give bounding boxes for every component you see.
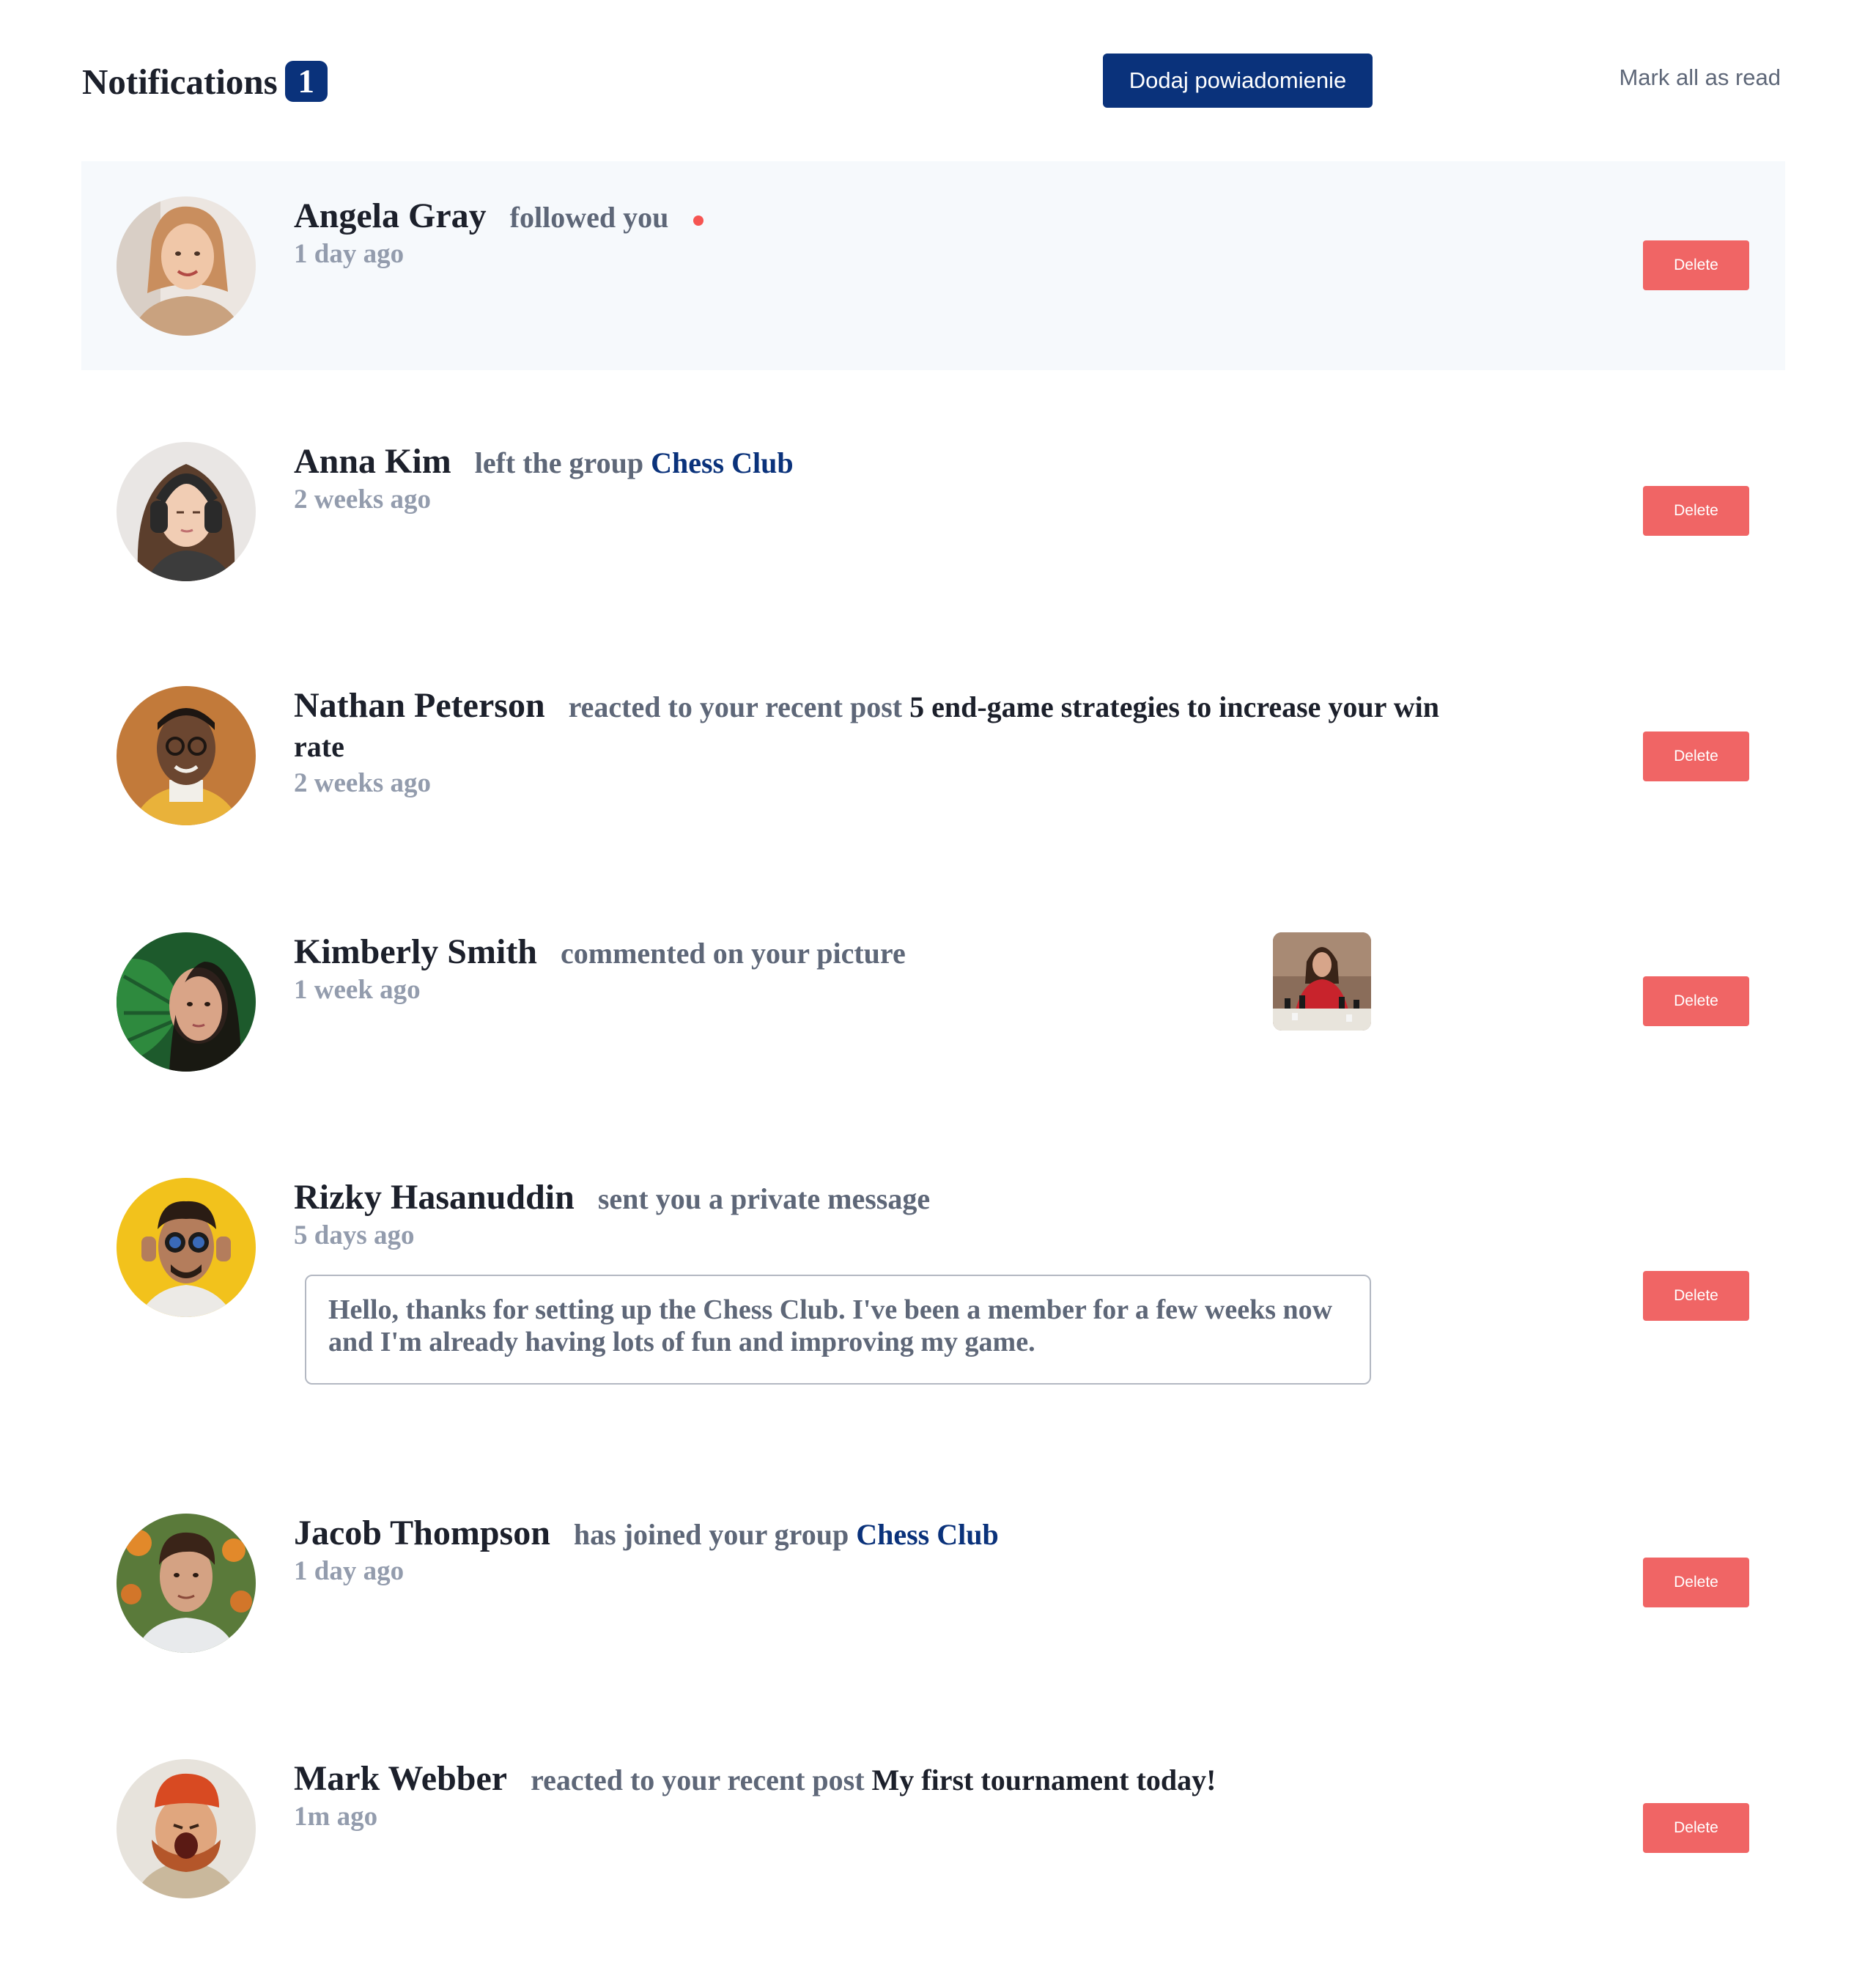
avatar-angela-gray <box>117 196 256 336</box>
page-title-text: Notifications <box>82 61 278 102</box>
delete-button[interactable]: Delete <box>1643 1803 1749 1853</box>
notification-action: reacted to your recent post <box>568 690 903 723</box>
notification-item[interactable]: Mark Webber reacted to your recent post … <box>81 1724 1785 1936</box>
notification-content: Nathan Peterson reacted to your recent p… <box>294 686 1459 800</box>
delete-button[interactable]: Delete <box>1643 731 1749 781</box>
notification-time: 2 weeks ago <box>294 768 432 798</box>
private-message-preview[interactable]: Hello, thanks for setting up the Chess C… <box>305 1275 1371 1385</box>
delete-button[interactable]: Delete <box>1643 1558 1749 1607</box>
group-link[interactable]: Chess Club <box>651 446 794 479</box>
notification-time: 1m ago <box>294 1802 378 1832</box>
user-name-link[interactable]: Mark Webber <box>294 1759 507 1798</box>
delete-button[interactable]: Delete <box>1643 240 1749 290</box>
notification-action: followed you <box>509 201 669 234</box>
notification-time: 2 weeks ago <box>294 484 432 515</box>
delete-button[interactable]: Delete <box>1643 486 1749 536</box>
user-name-link[interactable]: Angela Gray <box>294 196 487 235</box>
notification-content: Jacob Thompson has joined your group Che… <box>294 1514 1459 1588</box>
notification-text: Mark Webber reacted to your recent post … <box>294 1759 1459 1800</box>
notification-text: Jacob Thompson has joined your group Che… <box>294 1514 1459 1555</box>
notification-content: Mark Webber reacted to your recent post … <box>294 1759 1459 1834</box>
delete-button[interactable]: Delete <box>1643 1271 1749 1321</box>
notification-item[interactable]: Nathan Peterson reacted to your recent p… <box>81 651 1785 871</box>
notification-action: left the group <box>474 446 644 479</box>
notification-text: Nathan Peterson reacted to your recent p… <box>294 686 1459 767</box>
notification-content: Rizky Hasanuddin sent you a private mess… <box>294 1178 1459 1253</box>
unread-indicator-dot <box>693 215 704 226</box>
avatar-kimberly-smith <box>117 932 256 1072</box>
avatar-rizky-hasanuddin <box>117 1178 256 1317</box>
notification-action: sent you a private message <box>597 1182 931 1215</box>
commented-picture-thumbnail[interactable] <box>1273 932 1371 1031</box>
user-name-link[interactable]: Anna Kim <box>294 442 451 481</box>
notification-content: Anna Kim left the group Chess Club 2 wee… <box>294 442 1459 517</box>
user-name-link[interactable]: Rizky Hasanuddin <box>294 1178 575 1217</box>
notification-content: Angela Gray followed you 1 day ago <box>294 196 1459 271</box>
notification-action: commented on your picture <box>561 937 906 970</box>
notifications-header: Notifications 1 Dodaj powiadomienie Mark… <box>0 0 1876 161</box>
unread-count-badge: 1 <box>284 61 328 102</box>
add-notification-button[interactable]: Dodaj powiadomienie <box>1103 54 1373 108</box>
notification-item[interactable]: Jacob Thompson has joined your group Che… <box>81 1478 1785 1691</box>
notification-time: 5 days ago <box>294 1220 415 1250</box>
user-name-link[interactable]: Kimberly Smith <box>294 932 537 971</box>
notification-text: Rizky Hasanuddin sent you a private mess… <box>294 1178 1459 1219</box>
group-link[interactable]: Chess Club <box>856 1518 999 1551</box>
user-name-link[interactable]: Jacob Thompson <box>294 1514 550 1552</box>
post-link[interactable]: My first tournament today! <box>872 1764 1216 1796</box>
notification-text: Angela Gray followed you <box>294 196 1459 237</box>
notification-action: reacted to your recent post <box>531 1764 865 1796</box>
avatar-mark-webber <box>117 1759 256 1898</box>
page-title: Notifications 1 <box>82 59 328 104</box>
mark-all-as-read-link[interactable]: Mark all as read <box>1612 65 1781 91</box>
notification-item[interactable]: Angela Gray followed you 1 day ago Delet… <box>81 161 1785 370</box>
avatar-anna-kim <box>117 442 256 581</box>
notification-item[interactable]: Rizky Hasanuddin sent you a private mess… <box>81 1143 1785 1421</box>
avatar-jacob-thompson <box>117 1514 256 1653</box>
notification-item[interactable]: Kimberly Smith commented on your picture… <box>81 897 1785 1110</box>
user-name-link[interactable]: Nathan Peterson <box>294 686 545 725</box>
delete-button[interactable]: Delete <box>1643 976 1749 1026</box>
notification-time: 1 day ago <box>294 1556 405 1586</box>
avatar-nathan-peterson <box>117 686 256 825</box>
notification-time: 1 day ago <box>294 239 405 269</box>
notification-item[interactable]: Anna Kim left the group Chess Club 2 wee… <box>81 407 1785 616</box>
notification-text: Anna Kim left the group Chess Club <box>294 442 1459 483</box>
notification-action: has joined your group <box>573 1518 849 1551</box>
